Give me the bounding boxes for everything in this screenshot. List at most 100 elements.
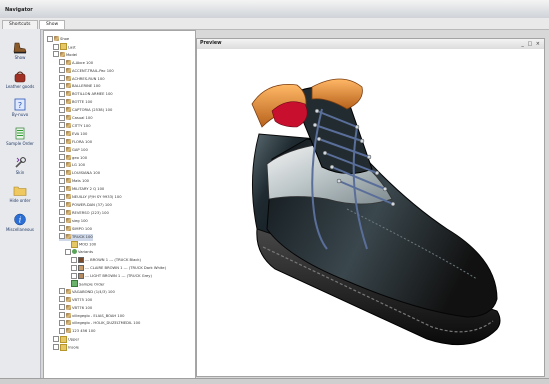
model-icon bbox=[66, 130, 71, 136]
tree-row-label: LG 100 bbox=[72, 163, 86, 168]
tree-row[interactable]: Shoe bbox=[47, 35, 69, 43]
tree-row[interactable]: A-Abce 100 bbox=[59, 59, 93, 67]
tree-row[interactable]: Sample Order bbox=[65, 280, 104, 288]
tab-show[interactable]: Show bbox=[39, 20, 66, 29]
tree-row[interactable]: --- CLAIRE BROWN 1 --- (TRUCK Dark White… bbox=[71, 264, 166, 272]
shortcut-sample-order[interactable]: Sample Order bbox=[0, 125, 40, 151]
expand-toggle[interactable] bbox=[59, 319, 65, 326]
tree-row-label: SIMPO 100 bbox=[72, 226, 92, 231]
tab-shortcuts[interactable]: Shortcuts bbox=[2, 20, 38, 29]
tree-row[interactable]: --- LIGHT BROWN 1 --- (TRUCK Grey) bbox=[71, 272, 152, 280]
tree-row[interactable]: VBT75 100 bbox=[59, 296, 93, 304]
expand-toggle[interactable] bbox=[71, 264, 77, 271]
tree-row[interactable]: villegeglo - ELIAS_BOAH 100 bbox=[59, 312, 124, 320]
tree-row[interactable]: VAGABOND (1/4/3) 100 bbox=[59, 288, 115, 296]
model-tree[interactable]: Shoe Last Model A-Abce 100 ACCENT-TRAIL-Pac … bbox=[43, 30, 196, 380]
expand-toggle[interactable] bbox=[59, 177, 65, 184]
expand-toggle[interactable] bbox=[59, 296, 65, 303]
expand-toggle[interactable] bbox=[59, 90, 65, 97]
preview-panel[interactable] bbox=[196, 49, 545, 377]
collapse-toggle[interactable] bbox=[47, 35, 53, 42]
tree-row[interactable]: CAPTORIA (2538) 100 bbox=[59, 106, 112, 114]
expand-toggle[interactable] bbox=[59, 161, 65, 168]
expand-toggle[interactable] bbox=[59, 327, 65, 334]
expand-toggle[interactable] bbox=[59, 130, 65, 137]
expand-toggle[interactable] bbox=[59, 225, 65, 232]
tree-row[interactable]: LG 100 bbox=[59, 161, 86, 169]
folder-icon bbox=[60, 43, 67, 51]
tree-row[interactable]: BALLERINE 100 bbox=[59, 82, 101, 90]
tree-row[interactable]: NEUILLY (P/H SY 9933) 100 bbox=[59, 193, 122, 201]
window-title: Navigator bbox=[5, 7, 33, 13]
shoe-3d-render[interactable] bbox=[197, 49, 544, 376]
expand-toggle[interactable] bbox=[59, 138, 65, 145]
tree-row[interactable]: CITTY 100 bbox=[59, 122, 91, 130]
tree-row[interactable]: villegeglo - HOLIK_DUZELTMEDIL 100 bbox=[59, 319, 140, 327]
model-icon bbox=[66, 186, 71, 192]
tree-row[interactable]: EVA 100 bbox=[59, 130, 87, 138]
shortcut-miscellaneous[interactable]: i Miscellaneous bbox=[0, 211, 40, 237]
tree-row[interactable]: FLORA 100 bbox=[59, 138, 92, 146]
shortcut-leather-goods[interactable]: Leather goods bbox=[0, 68, 40, 94]
shortcut-show[interactable]: Show bbox=[0, 39, 40, 65]
tree-row[interactable]: VBT76 100 bbox=[59, 304, 92, 312]
tree-row[interactable]: 123 456 100 bbox=[59, 327, 95, 335]
expand-toggle[interactable] bbox=[53, 344, 59, 351]
expand-toggle[interactable] bbox=[59, 169, 65, 176]
expand-toggle[interactable] bbox=[59, 154, 65, 160]
shortcut-by-nuvo[interactable]: ? By-nuvo bbox=[0, 96, 40, 122]
expand-toggle[interactable] bbox=[59, 201, 65, 208]
expand-toggle[interactable] bbox=[59, 98, 65, 105]
tree-row[interactable]: TRUCK 100 bbox=[59, 233, 93, 241]
expand-toggle[interactable] bbox=[59, 288, 65, 295]
tree-row[interactable]: BOTTE 100 bbox=[59, 98, 92, 106]
tree-row[interactable]: Casual 100 bbox=[59, 114, 93, 122]
expand-toggle[interactable] bbox=[59, 122, 65, 129]
tree-row[interactable]: Upper bbox=[53, 335, 79, 343]
tree-row[interactable]: Model bbox=[53, 51, 77, 59]
tree-row[interactable]: GAP 100 bbox=[59, 146, 88, 154]
tree-row[interactable]: --- BROWN 1 --- (TRUCK Black) bbox=[71, 256, 141, 264]
expand-toggle[interactable] bbox=[59, 67, 65, 74]
shortcut-hide-order[interactable]: Hide order bbox=[0, 182, 40, 208]
expand-toggle[interactable] bbox=[53, 336, 59, 343]
preview-window-controls[interactable]: _ □ × bbox=[521, 40, 541, 48]
expand-toggle[interactable] bbox=[59, 146, 65, 153]
tree-row[interactable]: Insole bbox=[53, 343, 79, 351]
tree-row[interactable]: sieg 100 bbox=[59, 217, 88, 225]
tree-row[interactable]: geo 100 bbox=[59, 154, 87, 162]
expand-toggle[interactable] bbox=[59, 217, 65, 224]
expand-toggle[interactable] bbox=[59, 114, 65, 121]
tree-row[interactable]: SIMPO 100 bbox=[59, 225, 92, 233]
tree-row[interactable]: Last bbox=[53, 43, 76, 51]
expand-toggle[interactable] bbox=[59, 209, 65, 216]
expand-toggle[interactable] bbox=[53, 43, 59, 50]
expand-toggle[interactable] bbox=[71, 256, 77, 263]
tree-row[interactable]: POWER-DAN (37) 100 bbox=[59, 201, 112, 209]
tree-row-label: Insole bbox=[68, 345, 79, 350]
expand-toggle[interactable] bbox=[59, 185, 65, 192]
tree-row[interactable]: LOUISIANA 100 bbox=[59, 169, 100, 177]
tree-row[interactable]: BOTILLON ARMEE 100 bbox=[59, 90, 113, 98]
expand-toggle[interactable] bbox=[59, 75, 65, 81]
tree-row[interactable]: ACHRES-RUN 100 bbox=[59, 75, 105, 83]
tree-row[interactable]: MOD 100 bbox=[65, 240, 96, 248]
expand-toggle[interactable] bbox=[71, 272, 77, 279]
expand-toggle[interactable] bbox=[59, 312, 65, 318]
collapse-toggle[interactable] bbox=[53, 51, 59, 58]
tree-row[interactable]: Variants bbox=[65, 248, 93, 256]
tree-row[interactable]: Mats 100 bbox=[59, 177, 89, 185]
expand-toggle[interactable] bbox=[59, 59, 65, 66]
expand-toggle[interactable] bbox=[59, 304, 65, 311]
shortcut-skin[interactable]: Skin bbox=[0, 154, 40, 180]
expand-toggle[interactable] bbox=[59, 82, 65, 89]
tree-row-label: VBT75 100 bbox=[72, 297, 93, 302]
collapse-toggle[interactable] bbox=[65, 248, 71, 255]
tree-row[interactable]: ACCENT-TRAIL-Pac 100 bbox=[59, 67, 114, 75]
expand-toggle[interactable] bbox=[59, 193, 65, 200]
expand-toggle[interactable] bbox=[59, 106, 65, 113]
tree-row-label: BALLERINE 100 bbox=[72, 84, 101, 89]
collapse-toggle[interactable] bbox=[59, 233, 65, 239]
tree-row[interactable]: REVERSO (223) 100 bbox=[59, 209, 109, 217]
tree-row[interactable]: MILITARY 2 Q 100 bbox=[59, 185, 104, 193]
